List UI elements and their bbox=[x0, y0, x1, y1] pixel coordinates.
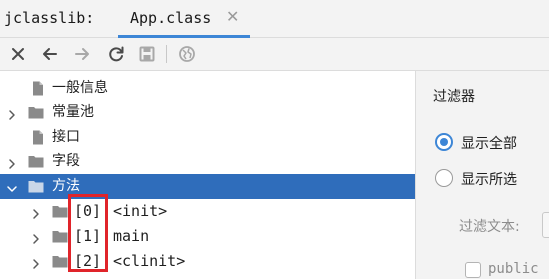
radio-button[interactable] bbox=[435, 169, 453, 187]
folder-icon bbox=[28, 179, 44, 194]
folder-icon bbox=[52, 254, 68, 269]
class-structure-tree[interactable]: 一般信息 常量池 接口 字段 方法 [0] <init> [1] main [2… bbox=[0, 71, 416, 279]
radio-button-checked[interactable] bbox=[435, 133, 453, 151]
folder-icon bbox=[28, 154, 44, 169]
tree-item-method-clinit[interactable]: [2] <clinit> bbox=[0, 249, 415, 274]
chevron-down-icon[interactable] bbox=[6, 180, 18, 192]
tree-item-method-init[interactable]: [0] <init> bbox=[0, 199, 415, 224]
radio-label: 显示全部 bbox=[461, 136, 517, 152]
tab-app-class[interactable]: App.class ✕ bbox=[118, 0, 250, 38]
chevron-right-icon[interactable] bbox=[30, 205, 42, 219]
radio-show-all[interactable]: 显示全部 bbox=[435, 131, 545, 153]
toolbar-separator bbox=[166, 45, 167, 63]
tree-item-fields[interactable]: 字段 bbox=[0, 149, 415, 174]
public-checkbox-label: public bbox=[488, 261, 539, 277]
radio-show-selected[interactable]: 显示所选 bbox=[435, 167, 545, 189]
close-icon[interactable] bbox=[8, 44, 28, 64]
filter-panel-title: 过滤器 bbox=[433, 89, 475, 105]
tab-close-icon[interactable]: ✕ bbox=[226, 8, 239, 26]
forward-arrow-icon[interactable] bbox=[72, 44, 92, 64]
filter-panel: 过滤器 显示全部 显示所选 过滤文本: public bbox=[416, 71, 549, 279]
tree-item-constant-pool[interactable]: 常量池 bbox=[0, 100, 415, 125]
tab-label: App.class bbox=[130, 9, 212, 27]
method-name: <clinit> bbox=[113, 252, 186, 270]
tree-item-label: 方法 bbox=[52, 178, 80, 194]
method-name: <init> bbox=[113, 202, 168, 220]
save-icon[interactable] bbox=[137, 44, 157, 64]
radio-label: 显示所选 bbox=[461, 172, 517, 188]
file-icon bbox=[30, 130, 46, 145]
method-name: main bbox=[113, 227, 150, 245]
folder-icon bbox=[52, 204, 68, 219]
tree-item-label: 一般信息 bbox=[52, 80, 108, 96]
folder-icon bbox=[52, 229, 68, 244]
tree-item-method-main[interactable]: [1] main bbox=[0, 224, 415, 249]
filter-text-label: 过滤文本: bbox=[459, 219, 520, 235]
public-checkbox[interactable] bbox=[465, 262, 481, 278]
chevron-right-icon[interactable] bbox=[30, 230, 42, 244]
filter-text-input[interactable] bbox=[542, 212, 549, 238]
folder-icon bbox=[28, 105, 44, 120]
tree-item-methods[interactable]: 方法 bbox=[0, 174, 415, 199]
web-icon[interactable] bbox=[177, 44, 197, 64]
file-icon bbox=[30, 81, 46, 96]
tree-item-label: 常量池 bbox=[52, 104, 94, 120]
tab-bar: jclasslib: App.class ✕ bbox=[0, 0, 549, 38]
tree-item-interfaces[interactable]: 接口 bbox=[0, 125, 415, 150]
chevron-right-icon[interactable] bbox=[6, 106, 18, 120]
tree-item-label: 字段 bbox=[52, 153, 80, 169]
tool-window-title: jclasslib: bbox=[4, 9, 95, 27]
chevron-right-icon[interactable] bbox=[30, 255, 42, 269]
back-arrow-icon[interactable] bbox=[40, 44, 60, 64]
chevron-right-icon[interactable] bbox=[6, 155, 18, 169]
toolbar bbox=[0, 38, 549, 71]
tree-item-general-info[interactable]: 一般信息 bbox=[0, 76, 415, 101]
refresh-icon[interactable] bbox=[106, 44, 126, 64]
annotation-highlight-box bbox=[68, 194, 108, 272]
tree-item-label: 接口 bbox=[52, 129, 80, 145]
